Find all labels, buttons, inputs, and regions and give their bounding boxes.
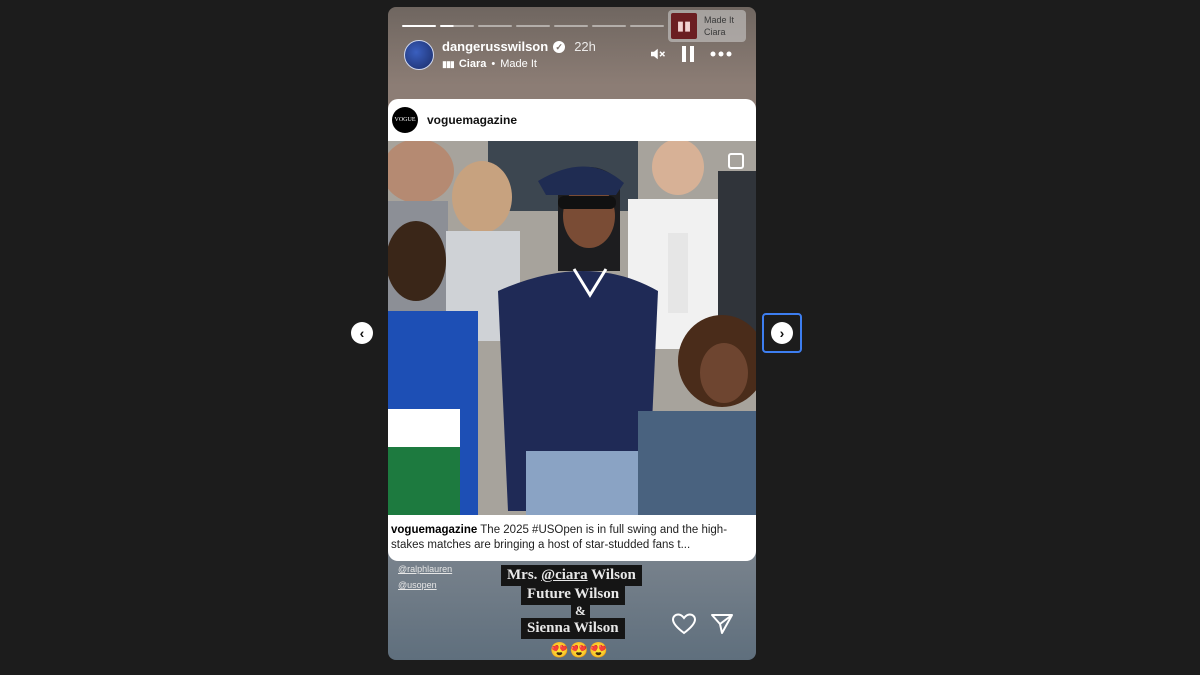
story-username[interactable]: dangerusswilson (442, 39, 548, 54)
post-header: VOGUE voguemagazine (388, 99, 756, 141)
progress-segment (478, 25, 512, 27)
story-viewer: ▮▮ Made It Ciara dangerusswilson ✓ 22h ▮… (388, 7, 756, 660)
chevron-left-icon: ‹ (359, 325, 365, 341)
emoji-sticker: 😍😍😍 (550, 642, 610, 659)
share-button[interactable] (710, 613, 734, 641)
post-photo: □ (388, 141, 756, 515)
vogue-logo: VOGUE (392, 107, 418, 133)
avatar[interactable] (404, 40, 434, 70)
mention-ralphlauren[interactable]: @ralphlauren (398, 564, 452, 574)
story-timestamp: 22h (574, 39, 596, 54)
progress-segment (440, 25, 474, 27)
post-caption: voguemagazine The 2025 #USOpen is in ful… (388, 515, 756, 561)
song-artist: Ciara (458, 58, 487, 70)
like-button[interactable] (671, 613, 697, 641)
next-story-focus-ring: › (762, 313, 802, 353)
photo-illustration (388, 141, 756, 515)
carousel-icon: □ (728, 153, 744, 169)
pause-icon (682, 46, 694, 62)
sticker-text: Mrs. (507, 567, 542, 583)
mute-button[interactable] (648, 45, 666, 68)
more-options-button[interactable] (710, 45, 732, 68)
text-sticker-ampersand: & (571, 603, 590, 619)
more-dots-icon (710, 51, 732, 57)
progress-segment (592, 25, 626, 27)
progress-segment (516, 25, 550, 27)
progress-segment (630, 25, 664, 27)
text-sticker-mrs-ciara: Mrs. @ciara Wilson (501, 565, 642, 586)
chevron-right-icon: › (779, 325, 785, 341)
next-story-button[interactable]: › (771, 322, 793, 344)
progress-segment (402, 25, 436, 27)
speaker-muted-icon (651, 48, 666, 60)
send-icon (711, 614, 733, 634)
story-header: dangerusswilson ✓ 22h (442, 39, 596, 54)
caption-username[interactable]: voguemagazine (391, 524, 477, 536)
progress-segment (554, 25, 588, 27)
mention-usopen[interactable]: @usopen (398, 580, 437, 590)
post-username[interactable]: voguemagazine (427, 113, 517, 127)
music-bars-icon: ▮▮▮ (442, 58, 455, 69)
verified-badge-icon: ✓ (553, 40, 566, 53)
shared-post-card[interactable]: VOGUE voguemagazine voguemagazine The 20… (388, 99, 756, 561)
music-artist: Ciara (704, 27, 726, 37)
text-sticker-future-wilson: Future Wilson (521, 584, 626, 605)
story-song-line[interactable]: ▮▮▮ Ciara • Made It (442, 58, 537, 70)
previous-story-button[interactable]: ‹ (351, 322, 373, 344)
song-separator: • (491, 58, 496, 70)
song-title: Made It (500, 58, 537, 70)
heart-icon (671, 613, 697, 635)
sticker-text: Wilson (587, 567, 636, 583)
music-sticker[interactable]: ▮▮ Made It Ciara (668, 10, 746, 42)
album-art: ▮▮ (671, 13, 697, 39)
pause-button[interactable] (680, 45, 696, 68)
sticker-mention-ciara[interactable]: @ciara (541, 567, 587, 583)
story-progress-bar (402, 25, 664, 27)
music-title: Made It (704, 15, 735, 25)
text-sticker-sienna-wilson: Sienna Wilson (521, 618, 625, 639)
